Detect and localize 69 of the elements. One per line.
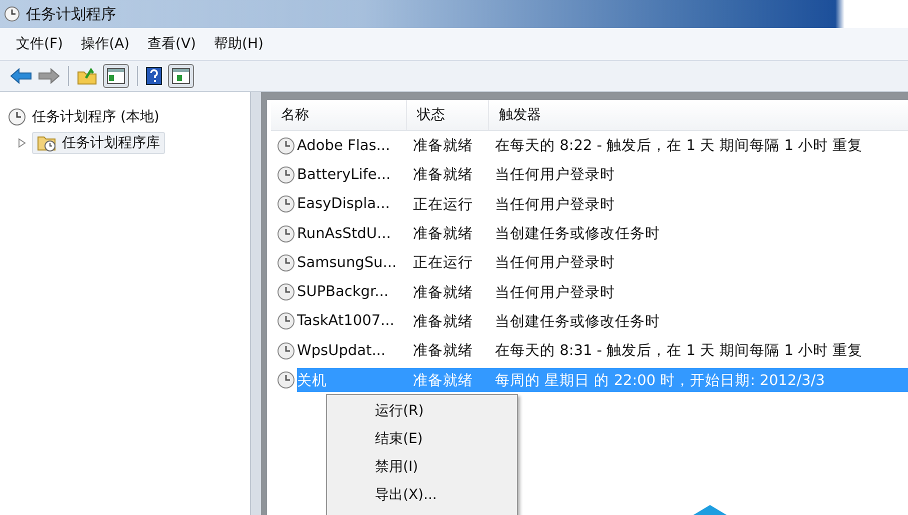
window-title: 任务计划程序 [26, 4, 116, 24]
clock-icon [277, 283, 295, 302]
back-arrow-icon[interactable] [10, 68, 32, 84]
clock-icon [277, 195, 295, 214]
task-trigger: 当任何用户登录时 [495, 196, 615, 214]
expand-arrow-icon[interactable] [18, 138, 26, 148]
task-trigger: 当任何用户登录时 [495, 254, 615, 272]
tree-item[interactable]: 任务计划程序 (本地) [32, 108, 160, 126]
folder-clock-icon [37, 134, 57, 152]
pane-icon [172, 68, 190, 84]
clock-icon [277, 254, 295, 272]
table-row[interactable]: SUPBackgr... 准备就绪 当任何用户登录时 [297, 280, 908, 304]
pane-toggle-button[interactable] [103, 64, 129, 88]
column-header[interactable]: 触发器 [489, 100, 908, 130]
context-menu-item[interactable]: 导出(X)... [327, 481, 517, 509]
clock-icon [277, 166, 295, 184]
context-menu-item[interactable]: 运行(R) [327, 397, 517, 425]
menu-item[interactable]: 操作(A) [80, 35, 130, 53]
task-trigger: 当任何用户登录时 [495, 166, 615, 184]
clock-icon [277, 371, 295, 390]
clock-icon [277, 312, 295, 330]
clock-icon [277, 224, 295, 243]
clock-icon [8, 108, 26, 126]
task-trigger: 每周的 星期日 的 22:00 时，开始日期: 2012/3/3 [495, 372, 825, 390]
table-row[interactable]: EasyDispla... 正在运行 当任何用户登录时 [297, 192, 908, 216]
task-status: 正在运行 [413, 196, 474, 214]
help-icon[interactable] [146, 67, 162, 85]
task-status: 准备就绪 [413, 342, 474, 360]
table-row[interactable]: TaskAt1007... 准备就绪 当创建任务或修改任务时 [297, 309, 908, 334]
table-row[interactable]: RunAsStdU... 准备就绪 当创建任务或修改任务时 [297, 222, 908, 246]
task-status: 准备就绪 [413, 166, 474, 184]
task-trigger: 在每天的 8:31 - 触发后，在 1 天 期间每隔 1 小时 重复 [495, 342, 863, 360]
task-status: 准备就绪 [413, 372, 474, 390]
task-name: WpsUpdat... [297, 342, 387, 359]
column-header[interactable]: 名称 [271, 100, 407, 130]
pane-icon [107, 68, 125, 84]
clock-icon [277, 136, 295, 155]
tree-item[interactable]: 任务计划程序库 [32, 132, 165, 154]
menu-item[interactable]: 查看(V) [148, 35, 196, 53]
folder-icon[interactable] [77, 67, 97, 85]
pane-toggle-button[interactable] [168, 64, 194, 88]
task-name: TaskAt1007... [297, 313, 396, 330]
task-name: BatteryLife... [297, 166, 392, 183]
task-status: 准备就绪 [413, 225, 474, 244]
task-trigger: 当创建任务或修改任务时 [495, 312, 660, 331]
table-row[interactable]: BatteryLife... 准备就绪 当任何用户登录时 [297, 162, 908, 187]
clock-icon [277, 342, 295, 360]
task-name: SamsungSu... [297, 254, 398, 271]
menu-item[interactable]: 帮助(H) [214, 35, 264, 53]
context-menu-item[interactable]: 禁用(I) [327, 453, 517, 481]
menu-item[interactable]: 文件(F) [16, 35, 63, 53]
task-name: Adobe Flas... [297, 138, 392, 154]
table-row[interactable]: WpsUpdat... 准备就绪 在每天的 8:31 - 触发后，在 1 天 期间每隔 1 小时 重复 [297, 338, 908, 363]
task-name: 关机 [297, 372, 328, 390]
clock-icon [4, 6, 20, 22]
task-status: 准备就绪 [413, 137, 474, 156]
task-name: EasyDispla... [297, 196, 391, 212]
task-trigger: 当任何用户登录时 [495, 284, 615, 302]
column-header[interactable]: 状态 [407, 100, 489, 130]
task-trigger: 在每天的 8:22 - 触发后，在 1 天 期间每隔 1 小时 重复 [495, 137, 863, 156]
task-status: 准备就绪 [413, 312, 474, 331]
task-name: SUPBackgr... [297, 284, 390, 300]
task-status: 准备就绪 [413, 284, 474, 302]
context-menu-item[interactable]: 结束(E) [327, 425, 517, 453]
table-row[interactable]: Adobe Flas... 准备就绪 在每天的 8:22 - 触发后，在 1 天 期间每隔 1 小时 重复 [297, 134, 908, 158]
task-name: RunAsStdU... [297, 226, 392, 242]
task-trigger: 当创建任务或修改任务时 [495, 225, 660, 244]
table-row[interactable]: SamsungSu... 正在运行 当任何用户登录时 [297, 250, 908, 275]
task-status: 正在运行 [413, 254, 474, 272]
